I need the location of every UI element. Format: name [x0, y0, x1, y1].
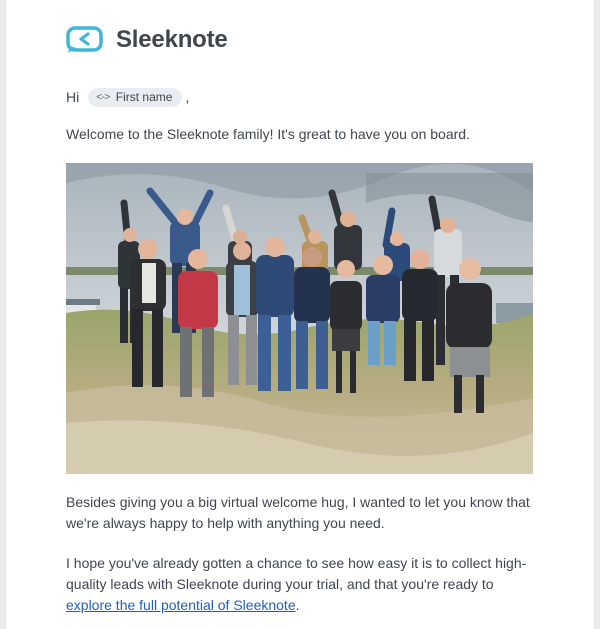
logo-wordmark: Sleeknote — [116, 26, 228, 53]
team-photo-image — [66, 163, 533, 474]
sleeknote-logo[interactable]: Sleeknote — [66, 24, 228, 56]
code-arrows-icon: <-> — [96, 91, 110, 103]
support-text: Besides giving you a big virtual welcome… — [66, 494, 530, 531]
team-photo — [66, 163, 533, 474]
first-name-merge-tag[interactable]: <-> First name — [88, 87, 183, 107]
greeting-hi: Hi — [66, 89, 80, 105]
trial-text: I hope you've already gotten a chance to… — [66, 553, 536, 616]
sleeknote-logo-icon — [66, 26, 103, 53]
greeting-line: Hi <-> First name , — [66, 86, 189, 108]
greeting-comma: , — [185, 89, 190, 105]
trial-text-end: . — [295, 597, 300, 613]
merge-tag-label: First name — [115, 90, 173, 104]
welcome-text: Welcome to the Sleeknote family! It's gr… — [66, 126, 470, 142]
email-card: Sleeknote Hi <-> First name , Welcome to… — [6, 0, 594, 629]
explore-potential-link[interactable]: explore the full potential of Sleeknote — [66, 597, 296, 613]
trial-text-intro: I hope you've already gotten a chance to… — [66, 555, 527, 592]
